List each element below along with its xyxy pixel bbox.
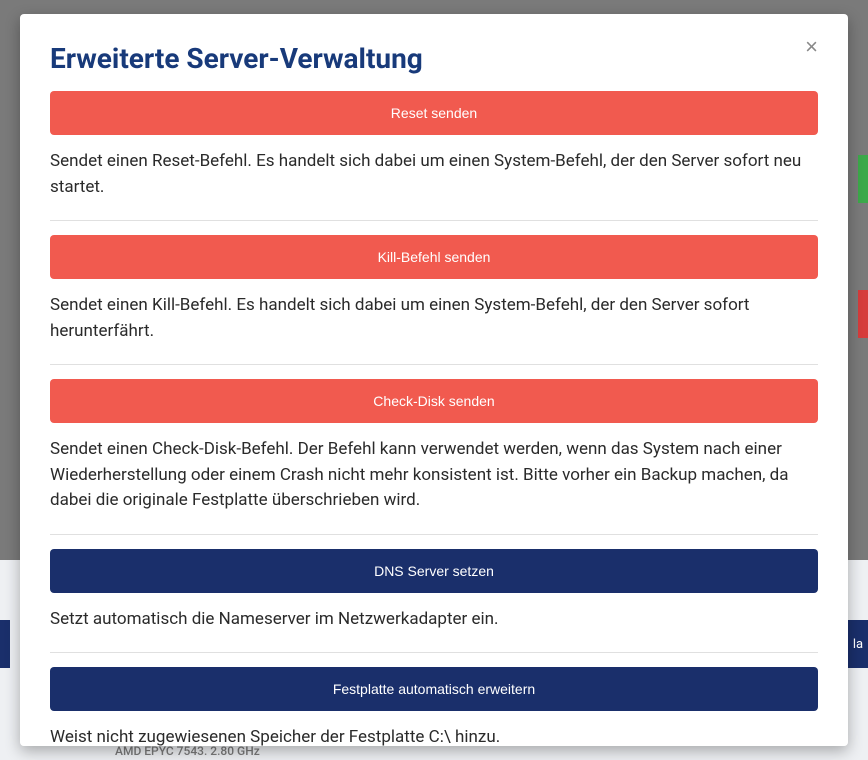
backdrop-red-button-edge <box>858 290 868 338</box>
close-button[interactable]: × <box>805 36 818 58</box>
checkdisk-description: Sendet einen Check-Disk-Befehl. Der Befe… <box>50 437 818 514</box>
backdrop-cpu-label: AMD EPYC 7543. 2.80 GHz <box>115 744 260 758</box>
disk-extend-button[interactable]: Festplatte automatisch erweitern <box>50 667 818 711</box>
dns-set-button[interactable]: DNS Server setzen <box>50 549 818 593</box>
reset-description: Sendet einen Reset-Befehl. Es handelt si… <box>50 149 818 200</box>
action-section-kill: Kill-Befehl senden Sendet einen Kill-Bef… <box>50 235 818 365</box>
backdrop-blue-button-edge-right: la <box>848 620 868 668</box>
kill-send-button[interactable]: Kill-Befehl senden <box>50 235 818 279</box>
modal-header: Erweiterte Server-Verwaltung × <box>50 42 818 75</box>
backdrop-green-button-edge <box>858 155 868 203</box>
backdrop-blue-button-edge-left <box>0 620 10 668</box>
disk-extend-description: Weist nicht zugewiesenen Speicher der Fe… <box>50 725 818 746</box>
modal-title: Erweiterte Server-Verwaltung <box>50 42 423 75</box>
close-icon: × <box>805 34 818 59</box>
dns-description: Setzt automatisch die Nameserver im Netz… <box>50 607 818 633</box>
reset-send-button[interactable]: Reset senden <box>50 91 818 135</box>
action-section-checkdisk: Check-Disk senden Sendet einen Check-Dis… <box>50 379 818 535</box>
action-section-dns: DNS Server setzen Setzt automatisch die … <box>50 549 818 654</box>
kill-description: Sendet einen Kill-Befehl. Es handelt sic… <box>50 293 818 344</box>
checkdisk-send-button[interactable]: Check-Disk senden <box>50 379 818 423</box>
action-section-disk-extend: Festplatte automatisch erweitern Weist n… <box>50 667 818 746</box>
advanced-server-management-modal: Erweiterte Server-Verwaltung × Reset sen… <box>20 14 848 746</box>
action-section-reset: Reset senden Sendet einen Reset-Befehl. … <box>50 91 818 221</box>
